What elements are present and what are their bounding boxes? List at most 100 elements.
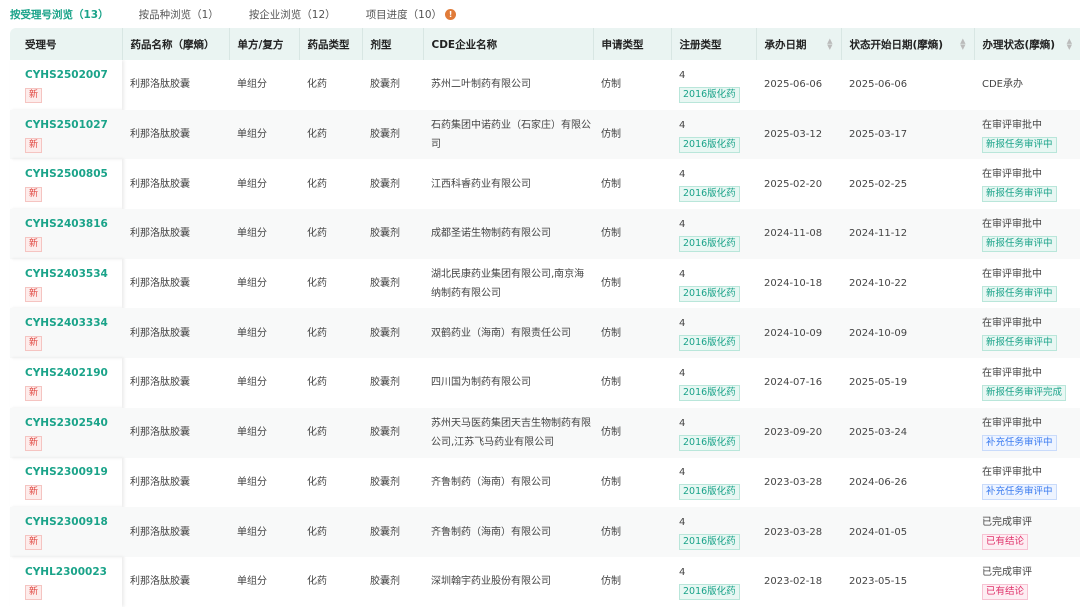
reg-number: 4 — [679, 218, 686, 230]
column-header[interactable]: 状态开始日期(摩熵) ▲ ▼ — [840, 28, 974, 60]
acceptance-id-link[interactable]: CYHS2403534 — [25, 265, 122, 284]
table-row[interactable]: CYHS2402190 新 利那洛肽胶囊 单组分 化药 胶囊剂 四川国为制药有限公司 仿制 4 2… — [10, 358, 1080, 408]
table-row[interactable]: CYHL2300023 新 利那洛肽胶囊 单组分 化药 胶囊剂 深圳翰宇药业股份有限公司 仿制… — [10, 557, 1080, 607]
status-text: 在审评审批中 — [982, 169, 1042, 181]
dosage-form: 胶囊剂 — [362, 507, 423, 557]
accept-date: 2025-02-20 — [764, 178, 823, 190]
compound-type: 单组分 — [229, 407, 299, 458]
dosage-form: 胶囊剂 — [362, 109, 423, 160]
table-row[interactable]: CYHS2502007 新 利那洛肽胶囊 单组分 化药 胶囊剂 苏州二叶制药有限公司 仿制 4 2… — [10, 60, 1080, 110]
reg-number: 4 — [679, 367, 686, 379]
acceptance-id-link[interactable]: CYHS2501027 — [25, 116, 122, 135]
column-header: 单方/复方 — [228, 28, 299, 60]
acceptance-id-cell: CYHS2403816 新 — [10, 209, 122, 259]
application-type: 仿制 — [601, 476, 621, 488]
column-header[interactable]: 承办日期 ▲ ▼ — [755, 28, 841, 60]
accept-date: 2024-07-16 — [764, 377, 823, 389]
dosage-form: 胶囊剂 — [370, 278, 400, 290]
status-start-date: 2024-06-26 — [849, 476, 908, 488]
registration-type: 4 2016版化药 — [671, 209, 756, 259]
reg-number: 4 — [679, 69, 686, 81]
acceptance-id-link[interactable]: CYHS2403334 — [25, 314, 122, 333]
company-name: 四川国为制药有限公司 — [431, 377, 531, 389]
status-cell: 在审评审批中 新报任务审评中 — [974, 109, 1080, 160]
status-cell: CDE承办 — [974, 60, 1080, 110]
column-label: 注册类型 — [679, 38, 722, 51]
application-type: 仿制 — [601, 576, 621, 588]
column-header[interactable]: 办理状态(摩熵) ▲ ▼ — [973, 28, 1080, 60]
registration-type: 4 2016版化药 — [671, 259, 756, 309]
status-cell: 已完成审评 已有结论 — [974, 557, 1080, 607]
compound-type: 单组分 — [237, 576, 267, 588]
acceptance-id-link[interactable]: CYHS2300919 — [25, 463, 122, 482]
acceptance-id-cell: CYHS2403534 新 — [10, 259, 122, 309]
drug-name: 利那洛肽胶囊 — [130, 178, 190, 190]
registration-type: 4 2016版化药 — [671, 557, 756, 607]
accept-date: 2023-03-28 — [756, 507, 841, 557]
company-name: 齐鲁制药（海南）有限公司 — [423, 507, 593, 557]
drug-name: 利那洛肽胶囊 — [130, 576, 190, 588]
sort-icon[interactable]: ▲ ▼ — [960, 38, 965, 51]
reg-tag: 2016版化药 — [679, 434, 740, 451]
acceptance-id-link[interactable]: CYHS2500805 — [25, 165, 122, 184]
tab-2[interactable]: 按企业浏览（12） — [249, 7, 336, 22]
drug-name: 利那洛肽胶囊 — [130, 278, 190, 290]
registration-type: 4 2016版化药 — [671, 60, 756, 110]
status-cell: 在审评审批中 补充任务审评中 — [974, 407, 1080, 458]
column-label: 承办日期 — [764, 38, 807, 51]
table-row[interactable]: CYHS2302540 新 利那洛肽胶囊 单组分 化药 胶囊剂 苏州天马医药集团天吉生物制药… — [10, 407, 1080, 458]
drug-type: 化药 — [307, 476, 327, 488]
company-name: 石药集团中诺药业（石家庄）有限公司 — [423, 109, 593, 160]
table-row[interactable]: CYHS2403334 新 利那洛肽胶囊 单组分 化药 胶囊剂 双鹤药业（海南）有限责任公司… — [10, 308, 1080, 359]
compound-type: 单组分 — [229, 507, 299, 557]
reg-number: 4 — [679, 318, 686, 330]
status-tag: 已有结论 — [982, 583, 1029, 600]
table-row[interactable]: CYHS2300918 新 利那洛肽胶囊 单组分 化药 胶囊剂 齐鲁制药（海南）有限公司 仿制… — [10, 507, 1080, 557]
status-start-date: 2024-10-09 — [841, 308, 974, 359]
company-name: 成都圣诺生物制药有限公司 — [423, 209, 593, 259]
new-badge: 新 — [25, 137, 43, 153]
acceptance-id-link[interactable]: CYHS2300918 — [25, 513, 122, 532]
tab-3[interactable]: 项目进度（10）! — [366, 7, 457, 22]
drug-name: 利那洛肽胶囊 — [122, 209, 229, 259]
column-label: 单方/复方 — [237, 38, 284, 51]
status-tag: 新报任务审评中 — [982, 136, 1057, 153]
info-icon: ! — [445, 8, 457, 20]
acceptance-id-link[interactable]: CYHS2402190 — [25, 364, 122, 383]
compound-type: 单组分 — [237, 79, 267, 91]
acceptance-id-link[interactable]: CYHS2302540 — [25, 414, 122, 433]
table-row[interactable]: CYHS2501027 新 利那洛肽胶囊 单组分 化药 胶囊剂 石药集团中诺药业（石家庄）有… — [10, 109, 1080, 160]
table-row[interactable]: CYHS2403534 新 利那洛肽胶囊 单组分 化药 胶囊剂 湖北民康药业集团有限公司,南… — [10, 259, 1080, 309]
compound-type: 单组分 — [229, 209, 299, 259]
reg-number: 4 — [679, 517, 686, 529]
status-start-date: 2025-03-24 — [841, 407, 974, 458]
accept-date: 2023-09-20 — [756, 407, 841, 458]
accept-date: 2025-06-06 — [764, 79, 823, 91]
new-badge: 新 — [25, 236, 43, 252]
status-tag: 补充任务审评中 — [982, 484, 1057, 501]
reg-tag: 2016版化药 — [679, 186, 740, 203]
accept-date: 2024-10-09 — [756, 308, 841, 359]
dosage-form: 胶囊剂 — [370, 576, 400, 588]
table-row[interactable]: CYHS2300919 新 利那洛肽胶囊 单组分 化药 胶囊剂 齐鲁制药（海南）有限公司 仿制… — [10, 458, 1080, 508]
table-row[interactable]: CYHS2500805 新 利那洛肽胶囊 单组分 化药 胶囊剂 江西科睿药业有限公司 仿制 4 2… — [10, 159, 1080, 209]
drug-type: 化药 — [307, 377, 327, 389]
drug-name: 利那洛肽胶囊 — [122, 109, 229, 160]
sort-icon[interactable]: ▲ ▼ — [1067, 38, 1072, 51]
tab-0[interactable]: 按受理号浏览（13） — [10, 7, 109, 22]
company-name: 双鹤药业（海南）有限责任公司 — [423, 308, 593, 359]
acceptance-id-cell: CYHS2403334 新 — [10, 308, 122, 359]
column-header: 申请类型 — [592, 28, 671, 60]
reg-tag: 2016版化药 — [679, 534, 740, 551]
acceptance-id-link[interactable]: CYHS2403816 — [25, 215, 122, 234]
tab-1[interactable]: 按品种浏览（1） — [139, 7, 219, 22]
application-type: 仿制 — [593, 308, 671, 359]
table-row[interactable]: CYHS2403816 新 利那洛肽胶囊 单组分 化药 胶囊剂 成都圣诺生物制药有限公司 仿制… — [10, 209, 1080, 259]
sort-icon[interactable]: ▲ ▼ — [827, 38, 832, 51]
dosage-form: 胶囊剂 — [370, 178, 400, 190]
compound-type: 单组分 — [229, 109, 299, 160]
acceptance-id-link[interactable]: CYHL2300023 — [25, 563, 122, 582]
acceptance-id-link[interactable]: CYHS2502007 — [25, 66, 122, 85]
status-tag: 补充任务审评中 — [982, 434, 1057, 451]
column-header: 药品名称（摩熵） — [121, 28, 229, 60]
